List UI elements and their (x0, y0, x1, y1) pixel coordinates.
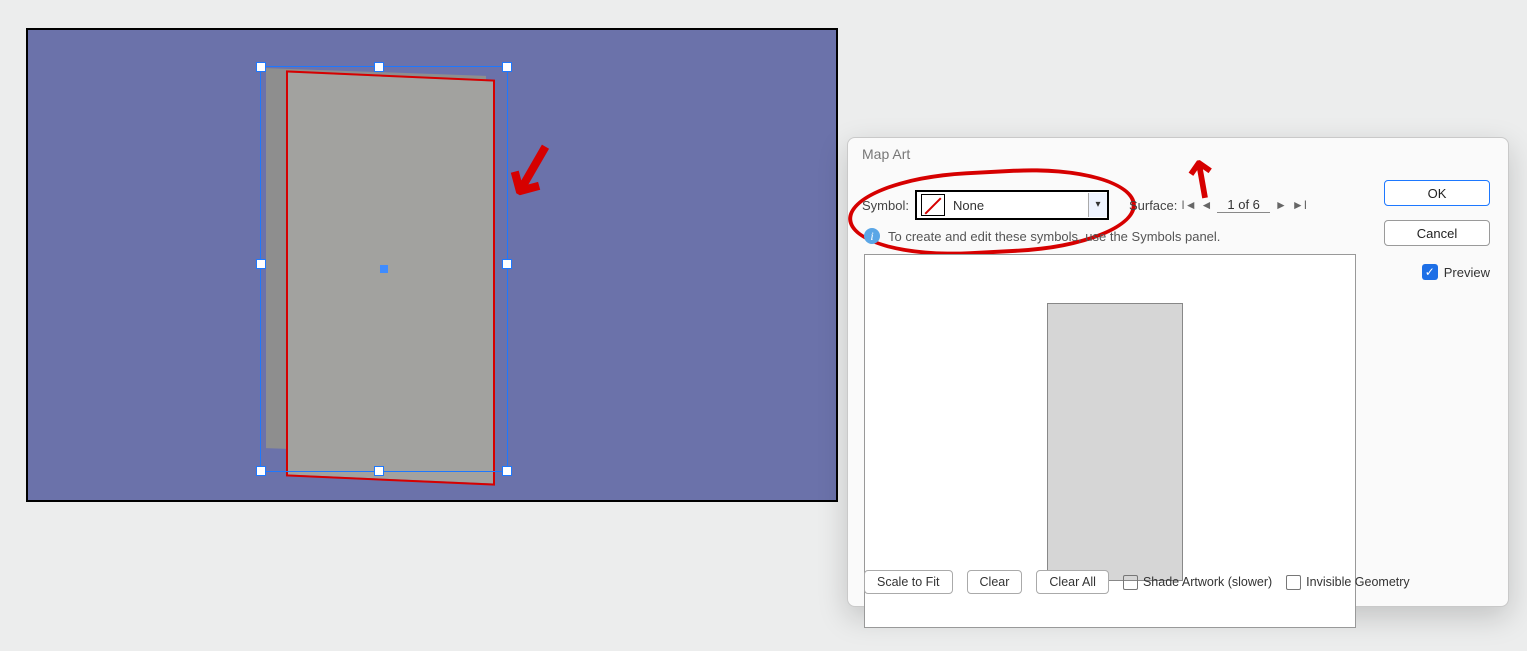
cancel-button[interactable]: Cancel (1384, 220, 1490, 246)
next-surface-button[interactable]: ► (1274, 198, 1288, 212)
artboard-canvas[interactable]: ↙ (26, 28, 838, 502)
symbol-dropdown-value: None (949, 198, 1088, 213)
info-text: To create and edit these symbols, use th… (888, 229, 1220, 244)
first-surface-button[interactable]: I◄ (1181, 198, 1195, 212)
surface-index-field[interactable]: 1 of 6 (1217, 197, 1270, 213)
surface-label: Surface: (1129, 198, 1177, 213)
clear-all-button[interactable]: Clear All (1036, 570, 1109, 594)
preview-checkbox-row[interactable]: ✓ Preview (1422, 264, 1490, 280)
info-icon: i (864, 228, 880, 244)
checkbox-box-icon (1123, 575, 1138, 590)
checkbox-box-icon (1286, 575, 1301, 590)
clear-button[interactable]: Clear (967, 570, 1023, 594)
selection-center-point (380, 265, 388, 273)
selection-handle[interactable] (374, 466, 384, 476)
last-surface-button[interactable]: ►I (1292, 198, 1306, 212)
invisible-geometry-checkbox[interactable]: Invisible Geometry (1286, 575, 1410, 590)
chevron-down-icon: ▾ (1088, 193, 1107, 217)
symbol-surface-row: Symbol: None ▾ Surface: I◄ ◄ 1 of 6 ► ►I (862, 190, 1306, 220)
selection-handle[interactable] (256, 62, 266, 72)
info-message: i To create and edit these symbols, use … (864, 228, 1220, 244)
surface-preview-shape (1047, 303, 1183, 581)
selection-handle[interactable] (502, 62, 512, 72)
prev-surface-button[interactable]: ◄ (1199, 198, 1213, 212)
none-swatch-icon (921, 194, 945, 216)
preview-checkbox-label: Preview (1444, 265, 1490, 280)
surface-stepper: Surface: I◄ ◄ 1 of 6 ► ►I (1129, 197, 1306, 213)
invisible-geometry-label: Invisible Geometry (1306, 575, 1410, 589)
shade-artwork-checkbox[interactable]: Shade Artwork (slower) (1123, 575, 1272, 590)
shade-artwork-label: Shade Artwork (slower) (1143, 575, 1272, 589)
symbol-dropdown[interactable]: None ▾ (915, 190, 1109, 220)
dialog-title: Map Art (862, 146, 910, 162)
selection-handle[interactable] (502, 466, 512, 476)
selection-handle[interactable] (502, 259, 512, 269)
selection-handle[interactable] (256, 466, 266, 476)
dialog-bottom-row: Scale to Fit Clear Clear All Shade Artwo… (864, 570, 1410, 594)
scale-to-fit-button[interactable]: Scale to Fit (864, 570, 953, 594)
ok-button[interactable]: OK (1384, 180, 1490, 206)
preview-checkbox[interactable]: ✓ (1422, 264, 1438, 280)
selection-handle[interactable] (374, 62, 384, 72)
selection-handle[interactable] (256, 259, 266, 269)
dialog-action-buttons: OK Cancel (1380, 180, 1490, 246)
symbol-label: Symbol: (862, 198, 909, 213)
map-art-dialog: Map Art ↘ Symbol: None ▾ Surface: I◄ ◄ 1… (847, 137, 1509, 607)
selection-bounding-box[interactable] (260, 66, 508, 472)
screenshot-stage: ↙ Map Art ↘ Symbol: None ▾ Surface: I◄ ◄… (0, 0, 1527, 651)
